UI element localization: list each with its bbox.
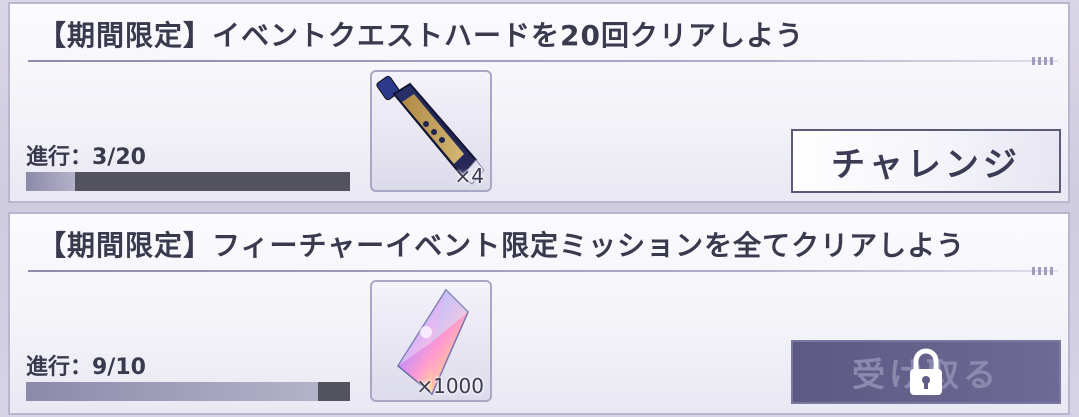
challenge-button[interactable]: チャレンジ [791,129,1061,193]
progress-bar [26,172,350,191]
progress-fill [26,172,75,191]
lock-icon [910,348,942,395]
reward-quantity: ×1000 [416,374,484,398]
divider-dash [1032,57,1056,65]
progress-fill [26,382,318,401]
title-divider [28,270,1058,272]
reward-item[interactable]: ×1000 [370,280,492,402]
divider-dash [1032,267,1056,275]
mission-card: 【期間限定】フィーチャーイベント限定ミッションを全てクリアしよう 進行：9/10 [8,212,1070,415]
title-divider [28,60,1058,62]
mission-title: 【期間限定】イベントクエストハードを20回クリアしよう [38,19,804,52]
progress-label: 進行：9/10 [26,355,146,380]
reward-item[interactable]: ×4 [370,70,492,192]
progress-bar [26,382,350,401]
mission-title: 【期間限定】フィーチャーイベント限定ミッションを全てクリアしよう [38,229,966,262]
reward-quantity: ×4 [454,164,484,188]
mission-card: 【期間限定】イベントクエストハードを20回クリアしよう 進行：3/20 ×4 チ… [8,2,1070,203]
progress-label: 進行：3/20 [26,145,146,170]
